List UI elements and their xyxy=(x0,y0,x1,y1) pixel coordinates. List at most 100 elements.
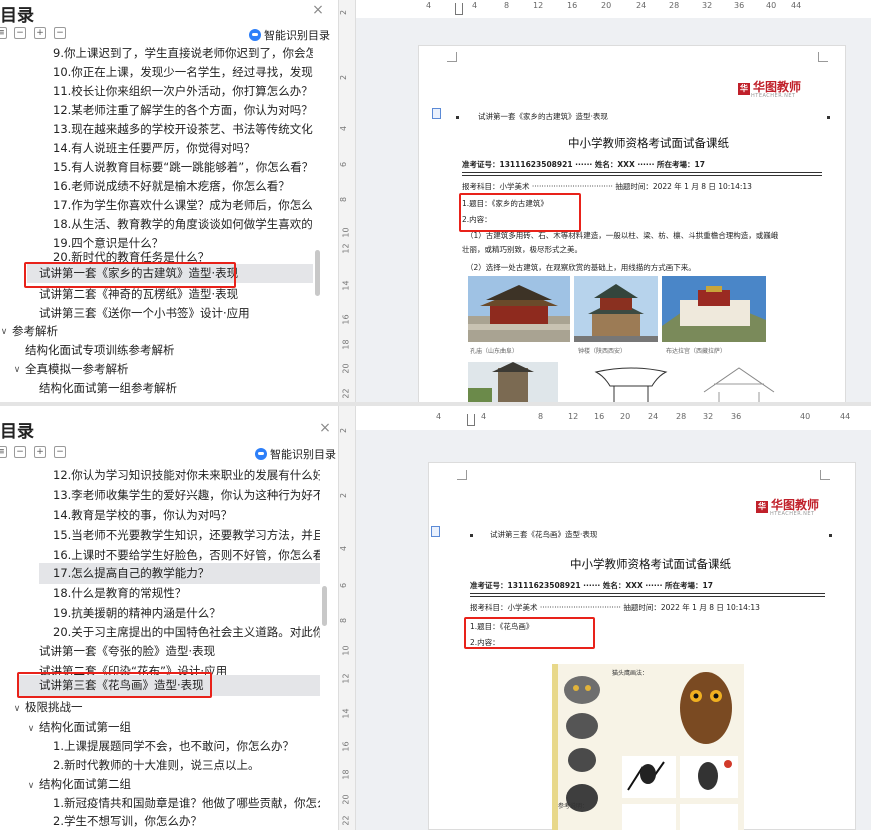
expand-all-button[interactable]: + xyxy=(34,27,46,39)
smart-toc-label: 智能识别目录 xyxy=(264,29,330,42)
toc-item[interactable]: 15.有人说教育目标要“跳一跳能够着”，你怎么看？ xyxy=(53,158,313,177)
toc-item[interactable]: 18.从生活、教育教学的角度谈谈如何做学生喜欢的老 ... xyxy=(53,215,313,234)
toc-item[interactable]: 13.李老师收集学生的爱好兴趣，你认为这种行为好不 ... xyxy=(53,486,320,505)
toc-item[interactable]: 18.什么是教育的常规性？ xyxy=(53,584,320,603)
toc-item-selected[interactable]: 试讲第三套《花鸟画》造型·表现 xyxy=(19,675,320,696)
chevron-down-icon[interactable]: ∨ xyxy=(12,704,22,714)
toc-item-hover[interactable]: 17.怎么提高自己的教学能力？ xyxy=(39,563,320,584)
toc-item[interactable]: 12.你认为学习知识技能对你未来职业的发展有什么好 ... xyxy=(53,466,320,485)
ruler-number: 12 xyxy=(341,673,351,684)
collapse-level-button[interactable]: − xyxy=(14,27,26,39)
doc-heading: 试讲第一套《家乡的古建筑》造型·表现 xyxy=(478,112,608,121)
scrollbar-thumb[interactable] xyxy=(315,250,320,296)
toc-item[interactable]: 试讲第一套《夸张的脸》造型·表现 xyxy=(39,642,320,661)
brand-logo-sub: HTEACHER.NET xyxy=(751,93,796,99)
ruler-number: 8 xyxy=(504,1,510,10)
exam-info-line: 准考证号：13111623508921 ······ 姓名：XXX ······… xyxy=(462,160,705,169)
chevron-down-icon[interactable]: ∨ xyxy=(12,365,22,375)
content-line: 2.内容： xyxy=(462,215,492,224)
toc-item[interactable]: 19.抗美援朝的精神内涵是什么？ xyxy=(53,604,320,623)
toc-item[interactable]: 11.校长让你来组织一次户外活动，你打算怎么办？ xyxy=(53,82,313,101)
toc-item[interactable]: 10.你正在上课，发现少一名学生，经过寻找，发现学 ... xyxy=(53,63,313,82)
toc-item[interactable]: 13.现在越来越多的学校开设茶艺、书法等传统文化课 ... xyxy=(53,120,313,139)
toc-item[interactable]: 20.关于习主席提出的中国特色社会主义道路。对此你 ... xyxy=(53,623,320,642)
divider-line xyxy=(462,175,822,176)
doc-title: 中小学教师资格考试面试备课纸 xyxy=(570,557,731,571)
image-caption: 钟楼（陕西西安） xyxy=(578,348,627,355)
expand-all-button[interactable]: + xyxy=(34,446,46,458)
toc-item[interactable]: 16.老师说成绩不好就是榆木疙瘩，你怎么看？ xyxy=(53,177,313,196)
subject-line: 报考科目：小学美术 ······························… xyxy=(470,603,760,612)
crop-mark xyxy=(818,52,828,62)
ruler-number: 40 xyxy=(800,412,811,421)
toc-item[interactable]: 14.有人说班主任要严厉，你觉得对吗？ xyxy=(53,139,313,158)
toc-menu-button[interactable]: ≡ xyxy=(0,446,7,458)
toc-item[interactable]: 2.新时代教师的十大准则，说三点以上。 xyxy=(53,756,320,775)
toc-section[interactable]: 全真模拟一参考解析 xyxy=(25,360,313,379)
collapse-all-button[interactable]: − xyxy=(54,27,66,39)
toc-section[interactable]: 结构化面试第一组 xyxy=(39,718,320,737)
smart-toc-button[interactable]: 智能识别目录 xyxy=(249,27,330,43)
ruler-number: 36 xyxy=(734,1,745,10)
topic-line: 1.题目：《家乡的古建筑》 xyxy=(462,199,548,208)
indent-marker[interactable] xyxy=(455,3,463,15)
crop-mark xyxy=(457,470,467,480)
smart-toc-button[interactable]: 智能识别目录 xyxy=(255,446,336,462)
divider-line xyxy=(470,596,825,597)
toc-item[interactable]: 结构化面试第一组参考解析 xyxy=(39,379,313,398)
toc-item[interactable]: 1.新冠疫情共和国勋章是谁？他做了哪些贡献，你怎么 ... xyxy=(53,794,320,813)
toc-item[interactable]: 1.上课提展题同学不会，也不敢问，你怎么办？ xyxy=(53,737,320,756)
paragraph-icon[interactable] xyxy=(431,526,440,537)
toc-item-selected[interactable]: 试讲第一套《家乡的古建筑》造型·表现 xyxy=(27,264,313,283)
toc-item[interactable]: 17.作为学生你喜欢什么课堂？成为老师后，你怎么让 ... xyxy=(53,196,313,215)
toc-section[interactable]: 参考解析 xyxy=(12,322,312,341)
tower-photo xyxy=(468,362,558,402)
toc-item[interactable]: 结构化面试专项训练参考解析 xyxy=(25,341,313,360)
ruler-number: 2 xyxy=(339,492,349,499)
toc-section[interactable]: 极限挑战一 xyxy=(25,698,320,717)
ruler-number: 14 xyxy=(341,708,351,719)
toc-section[interactable]: 结构化面试第二组 xyxy=(39,775,320,794)
ruler-number: 20 xyxy=(341,794,351,805)
toc-item[interactable]: 12.某老师注重了解学生的各个方面，你认为对吗？ xyxy=(53,101,313,120)
topic-line: 1.题目：《花鸟画》 xyxy=(470,622,534,631)
toc-item[interactable]: 9.你上课迟到了，学生直接说老师你迟到了，你会怎么... xyxy=(53,44,313,63)
collapse-level-button[interactable]: − xyxy=(14,446,26,458)
cloud-icon xyxy=(255,448,267,460)
crop-mark xyxy=(820,470,830,480)
brand-logo-sub: HTEACHER.NET xyxy=(770,511,815,517)
roof-sketch xyxy=(592,362,670,402)
side-note-title: 参考说明： xyxy=(558,803,589,810)
chevron-down-icon[interactable]: ∨ xyxy=(0,327,9,337)
content-line: 2.内容： xyxy=(470,638,500,647)
toc-title: 目录 xyxy=(0,422,34,442)
close-icon[interactable]: × xyxy=(318,421,332,435)
paragraph-icon[interactable] xyxy=(432,108,441,119)
chevron-down-icon[interactable]: ∨ xyxy=(26,724,36,734)
horizontal-ruler: 4 4 8 12 16 20 24 28 32 36 40 44 xyxy=(356,0,871,18)
close-icon[interactable]: × xyxy=(311,3,325,17)
ruler-number: 10 xyxy=(341,645,351,656)
bell-tower-image xyxy=(574,276,658,342)
bullet-marker xyxy=(827,116,830,119)
bullet-marker xyxy=(470,534,473,537)
toc-item[interactable]: 2.学生不想写训，你怎么办？ xyxy=(53,813,320,827)
temple-image xyxy=(468,276,570,342)
toc-menu-button[interactable]: ≡ xyxy=(0,27,7,39)
collapse-all-button[interactable]: − xyxy=(54,446,66,458)
ruler-number: 20 xyxy=(341,363,351,374)
crop-mark xyxy=(447,52,457,62)
logo-icon: 华 xyxy=(738,83,750,95)
toc-item[interactable]: 15.当老师不光要教学生知识，还要教学习方法，并且 ... xyxy=(53,526,320,545)
indent-marker[interactable] xyxy=(467,414,475,426)
chevron-down-icon[interactable]: ∨ xyxy=(26,781,36,791)
toc-item[interactable]: 试讲第三套《送你一个小书签》设计·应用 xyxy=(39,304,313,323)
ruler-number: 20 xyxy=(601,1,612,10)
toc-item[interactable]: 20.新时代的教育任务是什么？ xyxy=(53,250,313,262)
toc-item[interactable]: 14.教育是学校的事，你认为对吗？ xyxy=(53,506,320,525)
ruler-number: 6 xyxy=(339,582,349,589)
ruler-number: 16 xyxy=(567,1,578,10)
ruler-number: 18 xyxy=(341,769,351,780)
toc-item[interactable]: 试讲第二套《神奇的瓦楞纸》造型·表现 xyxy=(39,285,313,304)
scrollbar-thumb[interactable] xyxy=(322,586,327,626)
